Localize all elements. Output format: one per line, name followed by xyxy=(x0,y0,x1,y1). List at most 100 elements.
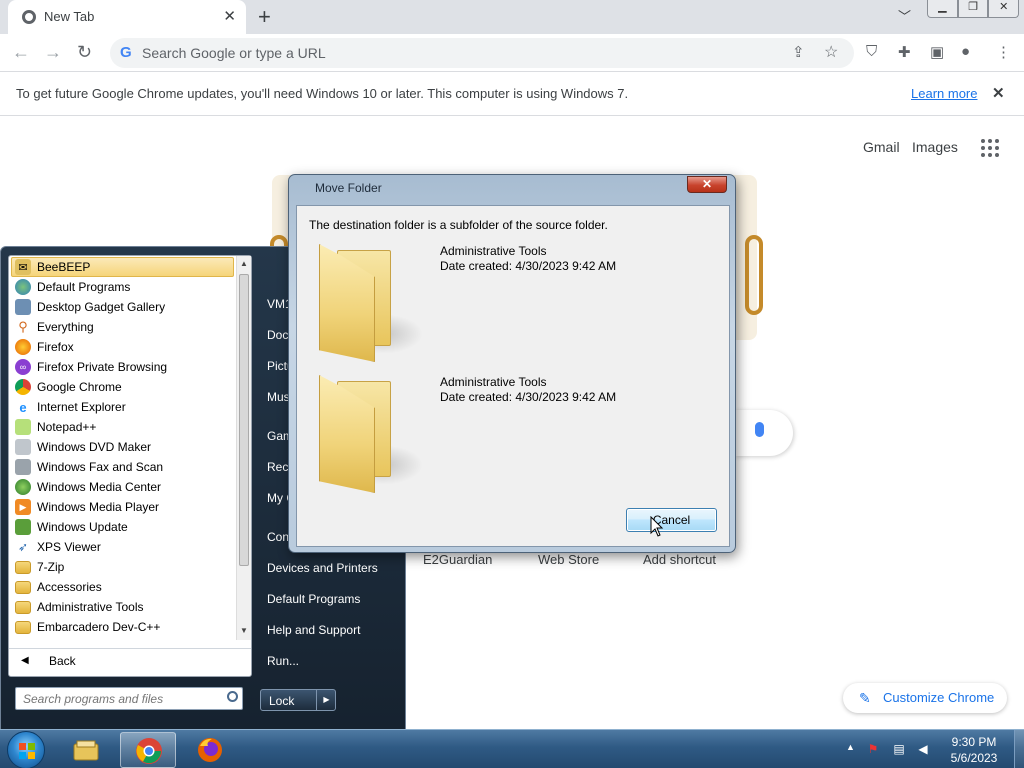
cancel-button[interactable]: Cancel xyxy=(626,508,717,532)
tab-search-chevron-icon[interactable]: ﹀ xyxy=(898,6,911,25)
taskbar-file-explorer[interactable] xyxy=(58,732,114,768)
shutdown-options-arrow-icon[interactable]: ▶ xyxy=(316,690,336,710)
start-menu-programs-pane: ✉ BeeBEEP Default Programs Desktop Gadget… xyxy=(8,255,252,677)
program-item-gadget-gallery[interactable]: Desktop Gadget Gallery xyxy=(9,297,236,317)
start-right-run[interactable]: Run... xyxy=(267,654,299,668)
program-item-internet-explorer[interactable]: e Internet Explorer xyxy=(9,397,236,417)
taskbar-chrome[interactable] xyxy=(120,732,176,768)
xps-viewer-icon: ➶ xyxy=(17,540,29,554)
taskbar-firefox[interactable] xyxy=(182,732,238,768)
menu-kebab-icon[interactable]: ⋮ xyxy=(996,43,1011,61)
shortcut-web-store[interactable]: Web Store xyxy=(538,552,599,567)
everything-icon: ⚲ xyxy=(18,319,28,334)
window-controls: ▁ ❐ ✕ xyxy=(927,0,1020,18)
program-item-dvd-maker[interactable]: Windows DVD Maker xyxy=(9,437,236,457)
gmail-link[interactable]: Gmail xyxy=(863,139,900,155)
program-label: Windows Update xyxy=(37,520,128,534)
media-player-icon: ▶ xyxy=(15,499,31,515)
start-button[interactable] xyxy=(7,731,45,768)
tab-new-tab[interactable]: New Tab ✕ xyxy=(8,0,246,34)
program-item-administrative-tools[interactable]: Administrative Tools xyxy=(9,597,236,617)
shortcut-e2guardian[interactable]: E2Guardian xyxy=(423,552,492,567)
firefox-icon xyxy=(15,339,31,355)
scroll-down-icon[interactable]: ▼ xyxy=(240,626,248,635)
side-panel-icon[interactable]: ▣ xyxy=(930,43,944,61)
google-search-box[interactable] xyxy=(735,410,793,456)
lock-button[interactable]: Lock ▶ xyxy=(260,689,336,711)
reload-icon[interactable]: ↻ xyxy=(77,42,92,63)
program-label: 7-Zip xyxy=(37,560,65,574)
program-item-fax-scan[interactable]: Windows Fax and Scan xyxy=(9,457,236,477)
minimize-button[interactable]: ▁ xyxy=(927,0,958,18)
folder-icon xyxy=(319,244,423,364)
tab-close-icon[interactable]: ✕ xyxy=(223,7,236,25)
bookmark-star-icon[interactable]: ☆ xyxy=(824,42,838,62)
start-search-box[interactable] xyxy=(15,687,243,710)
network-icon[interactable]: ▤ xyxy=(892,742,906,756)
program-label: Internet Explorer xyxy=(37,400,126,414)
google-apps-grid-icon[interactable] xyxy=(981,139,999,157)
close-window-button[interactable]: ✕ xyxy=(988,0,1020,18)
microphone-icon[interactable] xyxy=(755,422,764,437)
folder-date: Date created: 4/30/2023 9:42 AM xyxy=(440,259,617,273)
share-icon[interactable]: ⇪ xyxy=(792,43,805,61)
action-center-flag-icon[interactable]: ⚑ xyxy=(866,742,880,756)
program-item-windows-update[interactable]: Windows Update xyxy=(9,517,236,537)
program-item-google-chrome[interactable]: Google Chrome xyxy=(9,377,236,397)
google-g-icon: G xyxy=(120,44,132,61)
learn-more-link[interactable]: Learn more xyxy=(911,86,977,101)
infobar-message: To get future Google Chrome updates, you… xyxy=(16,86,629,101)
profile-avatar-icon[interactable]: ● xyxy=(961,43,970,60)
back-button[interactable]: ◀ Back xyxy=(9,648,251,672)
back-arrow-icon[interactable]: ← xyxy=(12,42,30,63)
dialog-message: The destination folder is a subfolder of… xyxy=(309,218,608,232)
shield-extension-icon[interactable]: ⛉ xyxy=(866,43,877,60)
program-label: Embarcadero Dev-C++ xyxy=(37,620,161,634)
new-tab-button[interactable]: + xyxy=(258,4,271,30)
start-right-default-programs[interactable]: Default Programs xyxy=(267,592,360,606)
program-item-everything[interactable]: ⚲ Everything xyxy=(9,317,236,337)
start-search-input[interactable] xyxy=(16,688,220,709)
start-right-help-support[interactable]: Help and Support xyxy=(267,623,360,637)
extensions-puzzle-icon[interactable]: ✚ xyxy=(898,43,911,61)
program-item-7zip[interactable]: 7-Zip xyxy=(9,557,236,577)
images-link[interactable]: Images xyxy=(912,139,958,155)
program-item-notepadpp[interactable]: Notepad++ xyxy=(9,417,236,437)
media-center-icon xyxy=(15,479,31,495)
programs-scrollbar[interactable]: ▲ ▼ xyxy=(236,256,251,640)
program-item-accessories[interactable]: Accessories xyxy=(9,577,236,597)
program-item-beebeep[interactable]: ✉ BeeBEEP xyxy=(11,257,234,277)
dialog-close-button[interactable]: ✕ xyxy=(687,176,727,193)
scroll-up-icon[interactable]: ▲ xyxy=(240,259,248,268)
show-hidden-icons-icon[interactable]: ▲ xyxy=(846,742,855,752)
program-item-media-center[interactable]: Windows Media Center xyxy=(9,477,236,497)
program-label: Default Programs xyxy=(37,280,131,294)
maximize-button[interactable]: ❐ xyxy=(957,0,989,18)
program-item-firefox-private[interactable]: ∞ Firefox Private Browsing xyxy=(9,357,236,377)
clock-date: 5/6/2023 xyxy=(950,751,998,765)
program-label: Firefox Private Browsing xyxy=(37,360,168,374)
program-item-embarcadero[interactable]: Embarcadero Dev-C++ xyxy=(9,617,236,637)
omnibox[interactable]: G Search Google or type a URL ⇪ ☆ xyxy=(110,38,854,68)
customize-chrome-button[interactable]: ✎ Customize Chrome xyxy=(843,683,1007,713)
program-label: Windows Media Center xyxy=(37,480,162,494)
forward-arrow-icon[interactable]: → xyxy=(44,42,62,63)
program-item-default-programs[interactable]: Default Programs xyxy=(9,277,236,297)
notepadpp-icon xyxy=(15,419,31,435)
folder-info-destination: Administrative Tools Date created: 4/30/… xyxy=(440,375,616,405)
clock[interactable]: 9:30 PM 5/6/2023 xyxy=(946,734,1002,766)
program-item-media-player[interactable]: ▶ Windows Media Player xyxy=(9,497,236,517)
volume-icon[interactable]: ◀ xyxy=(916,742,930,756)
fax-scan-icon xyxy=(15,459,31,475)
program-label: XPS Viewer xyxy=(37,540,101,554)
internet-explorer-icon: e xyxy=(19,399,27,415)
program-item-firefox[interactable]: Firefox xyxy=(9,337,236,357)
scroll-thumb[interactable] xyxy=(239,274,249,566)
start-right-devices-printers[interactable]: Devices and Printers xyxy=(267,561,378,575)
infobar-close-icon[interactable]: ✕ xyxy=(992,84,1005,102)
program-item-xps-viewer[interactable]: ➶ XPS Viewer xyxy=(9,537,236,557)
show-desktop-button[interactable] xyxy=(1014,730,1024,768)
folder-icon xyxy=(15,600,31,614)
shortcut-add[interactable]: Add shortcut xyxy=(643,552,716,567)
program-label: Windows Fax and Scan xyxy=(37,460,164,474)
